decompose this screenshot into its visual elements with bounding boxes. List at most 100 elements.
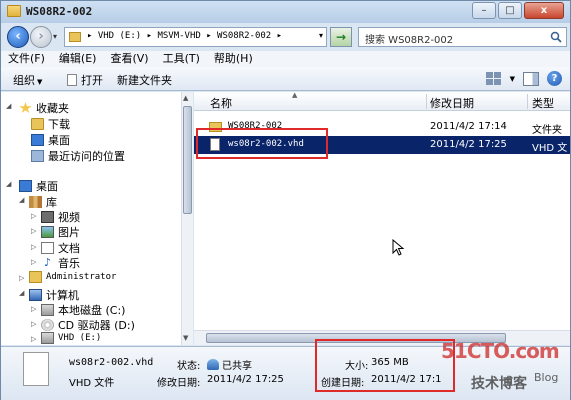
nav-pane-scrollbar[interactable]: ▲ ▼ [181,92,193,345]
column-header-row: ▲ 名称 修改日期 类型 [194,91,570,111]
view-controls: ▼ ? [485,71,562,86]
file-modified: 2011/4/2 17:14 [430,121,507,132]
window-title: WS08R2-002 [26,5,93,18]
organize-button[interactable]: 组织 ▼ [13,72,42,88]
help-icon[interactable]: ? [547,71,562,86]
tree-item-music[interactable]: ♪ 音乐 [41,255,80,271]
watermark-subtitle: 技术博客 [471,376,527,392]
expand-arrow-icon[interactable]: ▷ [31,212,36,220]
view-mode-icon[interactable] [485,71,502,86]
search-input[interactable]: 搜索 WS08R2-002 [358,27,567,47]
preview-pane-icon[interactable] [523,71,539,86]
music-note-icon: ♪ [41,257,54,269]
column-header-modified[interactable]: 修改日期 [430,95,474,111]
collapse-arrow-icon[interactable]: ◢ [19,196,24,204]
expand-arrow-icon[interactable]: ▷ [31,227,36,235]
maximize-button[interactable]: □ [498,2,522,19]
expand-arrow-icon[interactable]: ▷ [31,305,36,313]
title-bar[interactable]: WS08R2-002 – □ x [1,1,570,23]
expand-arrow-icon[interactable]: ▷ [19,274,24,282]
file-modified: 2011/4/2 17:25 [430,139,507,150]
column-header-type[interactable]: 类型 [532,95,554,111]
scroll-up-icon[interactable]: ▲ [183,94,188,102]
tree-item-computer[interactable]: 计算机 [29,287,79,303]
menu-file[interactable]: 文件(F) [1,51,52,67]
address-path[interactable]: ▸ VHD (E:) ▸ MSVM-VHD ▸ WS08R2-002 ▸ [87,31,282,41]
details-filetype: VHD 文件 [69,378,115,389]
library-icon [29,196,42,208]
column-header-name[interactable]: 名称 [210,95,232,111]
collapse-arrow-icon[interactable]: ◢ [19,289,24,297]
watermark-blog: Blog [534,371,559,384]
video-icon [41,211,54,223]
tree-item-favorites[interactable]: 收藏夹 [19,100,69,116]
chevron-down-icon[interactable]: ▼ [510,75,515,83]
tree-item-cd-drive[interactable]: CD 驱动器 (D:) [41,317,135,333]
hard-drive-icon [41,304,54,316]
details-status-label: 状态: [177,361,201,372]
window-controls: – □ x [472,2,564,19]
expand-arrow-icon[interactable]: ▷ [31,320,36,328]
search-placeholder: 搜索 WS08R2-002 [365,35,454,46]
menu-view[interactable]: 查看(V) [103,51,155,67]
new-folder-button[interactable]: 新建文件夹 [117,72,172,88]
highlight-box [196,128,328,159]
history-dropdown-icon[interactable]: ▾ [53,32,57,41]
collapse-arrow-icon[interactable]: ◢ [6,102,11,110]
picture-icon [41,226,54,238]
scroll-down-icon[interactable]: ▼ [183,334,188,342]
scrollbar-thumb[interactable] [183,106,192,214]
hard-drive-icon [41,332,54,344]
refresh-button[interactable]: → [330,27,352,47]
address-bar[interactable]: ▸ VHD (E:) ▸ MSVM-VHD ▸ WS08R2-002 ▸ ▾ [64,27,327,47]
expand-arrow-icon[interactable]: ▷ [31,258,36,266]
tree-item-downloads[interactable]: 下载 [31,116,70,132]
collapse-arrow-icon[interactable]: ◢ [6,180,11,188]
cd-drive-icon [41,319,54,331]
details-status: 已共享 [207,357,252,372]
watermark-logo: 51CTO.com [441,339,560,363]
open-button[interactable]: 打开 [67,72,103,88]
chevron-down-icon[interactable]: ▾ [319,31,323,40]
downloads-folder-icon [31,118,44,130]
details-modified-label: 修改日期: [157,378,201,389]
tree-item-desktop-favorite[interactable]: 桌面 [31,132,70,148]
tree-item-documents[interactable]: 文档 [41,240,80,256]
tree-item-administrator[interactable]: Administrator [29,271,116,283]
forward-button[interactable]: › [30,26,52,48]
tree-item-videos[interactable]: 视频 [41,209,80,225]
tree-item-libraries[interactable]: 库 [29,194,57,210]
vhd-file-icon [23,352,49,386]
menu-help[interactable]: 帮助(H) [207,51,260,67]
tree-item-pictures[interactable]: 图片 [41,224,80,240]
close-button[interactable]: x [524,2,564,19]
expand-arrow-icon[interactable]: ▷ [31,335,36,343]
user-folder-icon [29,271,42,283]
back-button[interactable]: ‹ [7,26,29,48]
chevron-down-icon: ▼ [37,78,43,86]
details-filename: ws08r2-002.vhd [69,357,154,368]
navigation-bar: ‹ › ▾ ▸ VHD (E:) ▸ MSVM-VHD ▸ WS08R2-002… [1,23,570,51]
organize-label: 组织 [13,74,35,87]
mouse-cursor-icon [392,239,405,256]
folder-icon [7,5,21,17]
star-icon [19,102,32,113]
shared-users-icon [207,359,219,370]
search-icon[interactable] [550,31,562,43]
explorer-window: WS08R2-002 – □ x ‹ › ▾ ▸ VHD (E:) ▸ MSVM… [0,0,571,400]
tree-item-recent-places[interactable]: 最近访问的位置 [31,148,125,164]
menu-edit[interactable]: 编辑(E) [52,51,104,67]
tree-item-desktop[interactable]: 桌面 [19,178,58,194]
computer-icon [29,289,42,301]
file-type: 文件夹 [532,125,562,136]
minimize-button[interactable]: – [472,2,496,19]
tree-item-local-disk[interactable]: 本地磁盘 (C:) [41,302,125,318]
menu-tools[interactable]: 工具(T) [156,51,207,67]
menu-bar: 文件(F) 编辑(E) 查看(V) 工具(T) 帮助(H) [1,51,570,67]
column-divider[interactable] [426,94,427,109]
details-status-value: 已共享 [222,361,252,372]
expand-arrow-icon[interactable]: ▷ [31,243,36,251]
tree-item-vhd-drive[interactable]: VHD (E:) [41,332,101,344]
column-divider[interactable] [527,94,528,109]
recent-places-icon [31,150,44,162]
